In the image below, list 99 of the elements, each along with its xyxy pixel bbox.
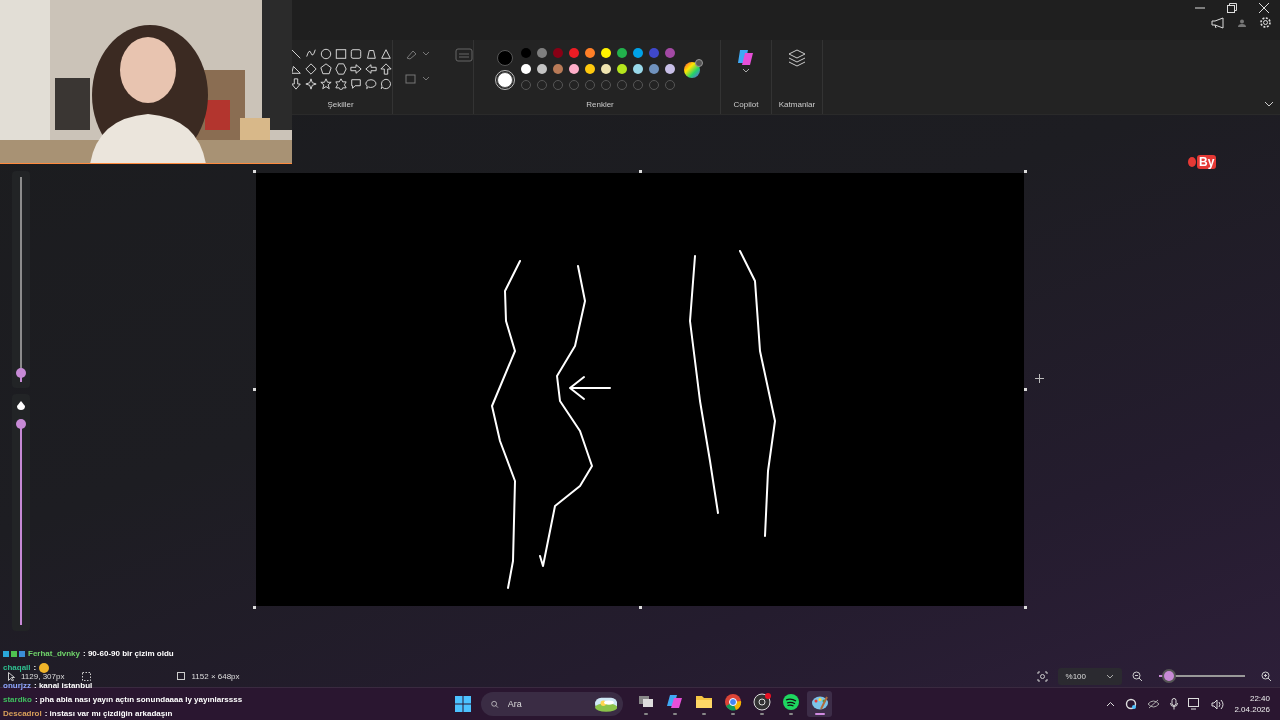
shape-icon[interactable] [379,48,392,60]
caret-icon[interactable] [1106,673,1114,679]
color-swatch[interactable] [617,64,627,74]
shape-icon[interactable] [349,48,362,60]
shape-icon[interactable] [379,78,392,90]
clock-date[interactable]: 2.04.2026 [1234,704,1270,715]
color-wheel-icon[interactable] [683,59,703,79]
chat-username[interactable]: onurjzz [3,681,31,690]
shape-icon[interactable] [379,63,392,75]
chevron-icon[interactable] [1264,101,1274,107]
copilot-icon [665,693,684,711]
browser-icon [723,693,742,711]
search-field[interactable]: Ara [505,698,588,710]
color-swatch[interactable] [569,48,579,58]
zoom-slider-thumb[interactable] [1164,671,1175,681]
shape-icon[interactable] [349,63,362,75]
chat-message: : [33,663,37,672]
record-icon [752,693,771,711]
color-swatch[interactable] [665,64,675,74]
canvas-size: 1152 × 648px [191,671,240,681]
fit-to-window-icon[interactable] [1036,670,1048,682]
zoom-dropdown[interactable]: %100 [1057,667,1122,685]
selection-icon [82,671,92,681]
shape-icon[interactable] [319,78,332,90]
shape-icon[interactable] [289,63,302,75]
slider-thumb[interactable] [16,419,26,429]
shape-icon[interactable] [334,63,347,75]
shape-icon[interactable] [349,78,362,90]
color-swatch[interactable] [569,64,579,74]
restore-icon[interactable] [1227,3,1237,13]
primary-color-swatch[interactable] [497,50,513,66]
taskbar-app[interactable] [807,691,832,717]
megaphone-icon[interactable] [1211,16,1225,29]
cursor-position: 1129, 307px [21,671,65,681]
shape-icon[interactable] [289,78,302,90]
color-swatch[interactable] [553,48,563,58]
copilot-icon[interactable] [737,48,755,74]
chat-message: : 90-60-90 bir çizim oldu [83,649,174,658]
color-swatch[interactable] [537,48,547,58]
zoom-out-icon[interactable] [1132,670,1143,682]
color-swatch[interactable] [553,64,563,74]
shape-icon[interactable] [364,78,377,90]
close-icon[interactable] [1259,3,1269,13]
shape-icon[interactable] [334,78,347,90]
zoom-in-icon[interactable] [1261,670,1272,682]
app-tray-icon[interactable] [1125,698,1138,710]
color-swatch[interactable] [633,64,643,74]
shape-icon[interactable] [364,63,377,75]
search-icon[interactable] [491,698,499,710]
speaker-icon[interactable] [1211,698,1225,710]
group-label: Şekiller [327,100,354,109]
group-label[interactable]: Copilot [733,100,759,109]
color-swatch[interactable] [665,48,675,58]
cursor-icon [8,671,15,681]
search-bar[interactable]: Ara [481,692,623,716]
group-label: Renkler [586,100,614,109]
shape-icon[interactable] [304,48,317,60]
secondary-color-swatch[interactable] [497,72,513,88]
color-swatch[interactable] [585,48,595,58]
color-swatch[interactable] [601,48,611,58]
microphone-icon[interactable] [1170,698,1179,710]
color-swatch[interactable] [585,64,595,74]
color-swatch[interactable] [633,48,643,58]
chat-message: : instası var mı çizdiğin arkadaşın [44,709,173,718]
chat-badges-icon [3,650,25,657]
chat-message: : kanal istanbul [34,681,93,690]
color-swatch[interactable] [649,48,659,58]
color-swatch[interactable] [649,64,659,74]
chat-username[interactable]: stardko [3,695,32,704]
emoji-icon [39,662,50,673]
chat-message: : pha abla nası yayın açtın sonundaaaa ly yayınlarssss [34,695,243,704]
shape-icon[interactable] [319,63,332,75]
color-swatch[interactable] [617,48,627,58]
shape-icon[interactable] [319,48,332,60]
color-swatch[interactable] [537,64,547,74]
group-label[interactable]: Katmanlar [778,100,816,109]
music-icon [781,693,800,711]
shape-icon[interactable] [304,78,317,90]
slider-thumb[interactable] [16,368,26,379]
shape-icon[interactable] [334,48,347,60]
clock-time[interactable]: 22:40 [1249,693,1270,704]
start-button[interactable] [455,696,471,712]
color-swatch[interactable] [521,48,531,58]
network-icon[interactable] [1188,698,1202,710]
chat-username[interactable]: Descadrol [3,709,42,718]
color-swatch[interactable] [601,64,611,74]
shape-icon[interactable] [364,48,377,60]
chevron-up-icon[interactable] [1106,701,1116,707]
opacity-drop-icon [16,400,26,411]
crosshair-cursor-icon [1035,374,1044,383]
settings-icon[interactable] [1259,16,1272,29]
canvas-size-icon [177,672,186,680]
person-icon[interactable] [1238,18,1246,27]
color-swatch[interactable] [521,64,531,74]
shape-icon[interactable] [304,63,317,75]
folder-icon [694,693,713,711]
chat-username[interactable]: Ferhat_dvnky [28,649,81,658]
chat-username[interactable]: chaqall [3,663,31,672]
hidden-eye-icon[interactable] [1147,699,1161,709]
